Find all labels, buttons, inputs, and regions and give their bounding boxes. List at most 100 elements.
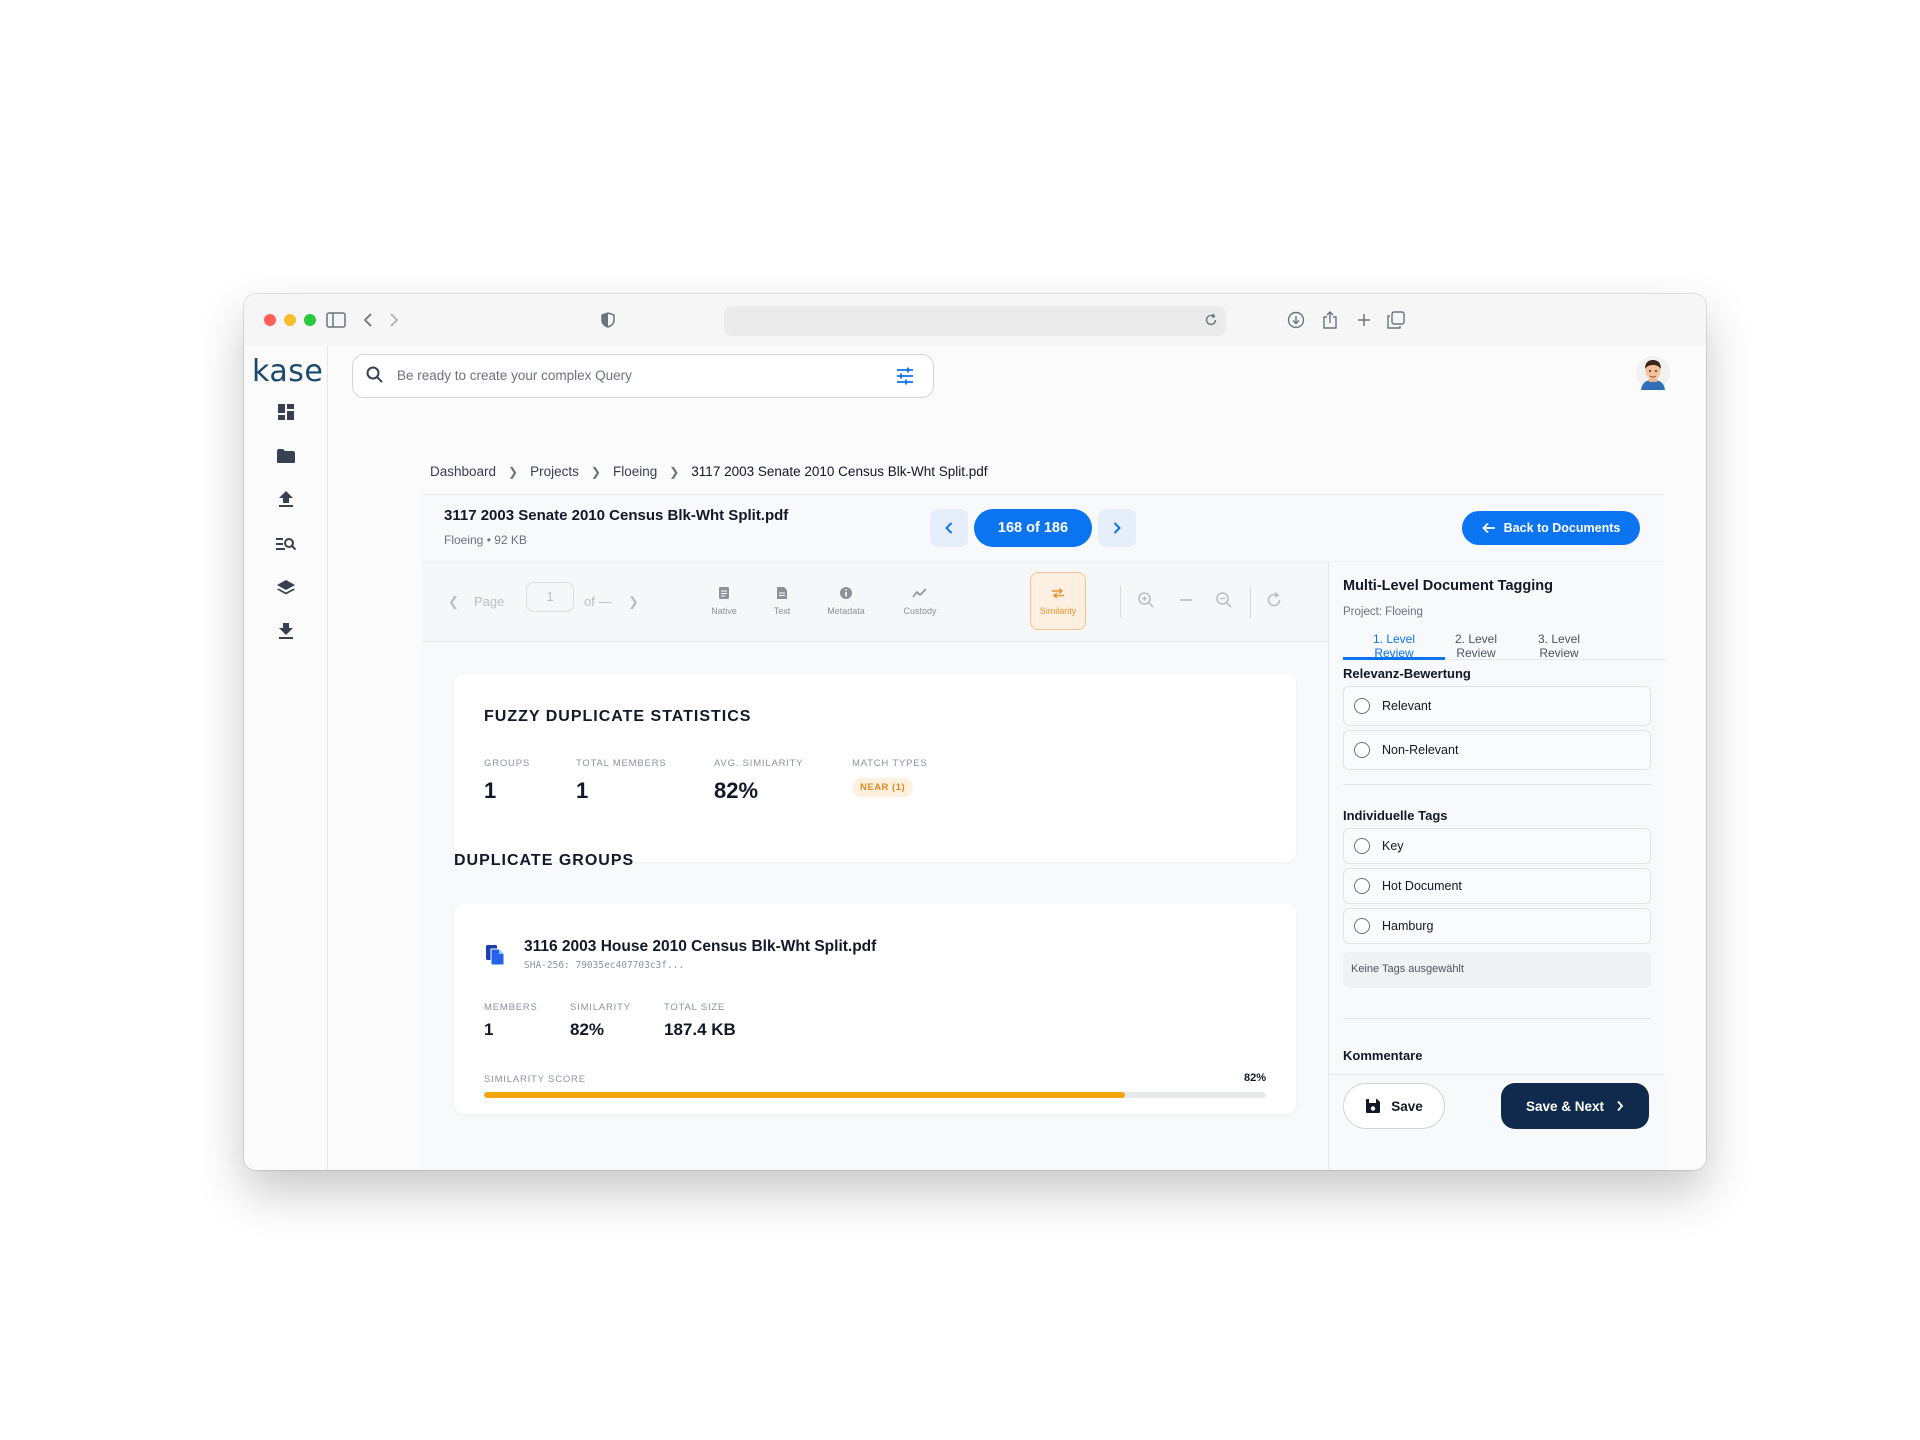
previous-document-button[interactable] bbox=[930, 509, 968, 547]
back-to-documents-button[interactable]: Back to Documents bbox=[1462, 511, 1640, 545]
rotate-icon[interactable] bbox=[1264, 590, 1284, 610]
tags-title: Individuelle Tags bbox=[1343, 808, 1448, 823]
comments-title: Kommentare bbox=[1343, 1048, 1423, 1063]
breadcrumb-current: 3117 2003 Senate 2010 Census Blk-Wht Spl… bbox=[691, 464, 988, 479]
review-level-tabs: 1. Level Review 2. Level Review 3. Level… bbox=[1343, 624, 1665, 660]
zoom-in-icon[interactable] bbox=[1136, 590, 1156, 610]
tool-text[interactable]: Text bbox=[754, 572, 810, 630]
avg-similarity-label: AVG. SIMILARITY bbox=[714, 758, 804, 769]
share-icon[interactable] bbox=[1318, 308, 1342, 332]
groups-label: GROUPS bbox=[484, 758, 530, 769]
save-label: Save bbox=[1391, 1098, 1423, 1114]
tool-similarity[interactable]: Similarity bbox=[1030, 572, 1086, 630]
browser-window: kase Be ready to create your complex Que… bbox=[244, 294, 1706, 1170]
similarity-score-label: SIMILARITY SCORE bbox=[484, 1074, 586, 1085]
tab-level-3[interactable]: 3. Level Review bbox=[1508, 632, 1610, 660]
app-sidebar: kase bbox=[244, 346, 328, 1170]
similarity-content: FUZZY DUPLICATE STATISTICS GROUPS 1 TOTA… bbox=[422, 642, 1328, 1170]
save-button[interactable]: Save bbox=[1343, 1083, 1445, 1129]
chevron-right-icon: ❯ bbox=[669, 464, 680, 479]
user-avatar[interactable] bbox=[1636, 356, 1670, 390]
duplicate-group-card[interactable]: 3116 2003 House 2010 Census Blk-Wht Spli… bbox=[454, 904, 1296, 1114]
radio-button[interactable] bbox=[1354, 742, 1370, 758]
arrow-left-icon bbox=[1481, 522, 1495, 534]
app-logo[interactable]: kase bbox=[252, 354, 323, 389]
toolbar-divider bbox=[1120, 586, 1121, 618]
tool-native[interactable]: Native bbox=[696, 572, 752, 630]
tool-metadata[interactable]: Metadata bbox=[818, 572, 874, 630]
info-icon bbox=[840, 587, 852, 599]
search-list-icon[interactable] bbox=[274, 532, 298, 556]
sidebar-toggle-icon[interactable] bbox=[324, 308, 348, 332]
tagging-title: Multi-Level Document Tagging bbox=[1343, 578, 1553, 594]
similarity-score-fill bbox=[484, 1092, 1126, 1098]
radio-button[interactable] bbox=[1354, 838, 1370, 854]
tool-metadata-label: Metadata bbox=[827, 606, 865, 616]
dashboard-icon[interactable] bbox=[274, 400, 298, 424]
radio-button[interactable] bbox=[1354, 878, 1370, 894]
save-next-label: Save & Next bbox=[1525, 1098, 1605, 1114]
tag-hamburg-label: Hamburg bbox=[1382, 919, 1434, 933]
close-window-button[interactable] bbox=[264, 314, 276, 326]
tag-hamburg[interactable]: Hamburg bbox=[1343, 908, 1651, 944]
radio-button[interactable] bbox=[1354, 698, 1370, 714]
zoom-out-icon[interactable] bbox=[1214, 590, 1234, 610]
tool-text-label: Text bbox=[773, 606, 791, 616]
zoom-window-button[interactable] bbox=[304, 314, 316, 326]
url-bar[interactable] bbox=[724, 306, 1226, 336]
page-input[interactable]: 1 bbox=[526, 582, 574, 612]
document-icon bbox=[719, 587, 729, 599]
breadcrumb-project[interactable]: Floeing bbox=[613, 464, 657, 479]
breadcrumb-projects[interactable]: Projects bbox=[530, 464, 579, 479]
download-circle-icon[interactable] bbox=[1284, 308, 1308, 332]
folder-icon[interactable] bbox=[274, 444, 298, 468]
match-types-label: MATCH TYPES bbox=[852, 758, 928, 769]
trend-icon bbox=[912, 588, 927, 598]
document-meta: Floeing • 92 KB bbox=[444, 533, 527, 547]
tagging-panel: Multi-Level Document Tagging Project: Fl… bbox=[1328, 562, 1665, 1170]
section-divider bbox=[1343, 1018, 1651, 1019]
option-relevant-label: Relevant bbox=[1382, 699, 1432, 713]
tag-hot-document[interactable]: Hot Document bbox=[1343, 868, 1651, 904]
group-similarity-value: 82% bbox=[570, 1020, 605, 1039]
group-file-name[interactable]: 3116 2003 House 2010 Census Blk-Wht Spli… bbox=[524, 938, 876, 956]
tab-level-3-line2: Review bbox=[1539, 646, 1579, 660]
breadcrumb-dashboard[interactable]: Dashboard bbox=[430, 464, 496, 479]
upload-icon[interactable] bbox=[274, 488, 298, 512]
save-and-next-button[interactable]: Save & Next bbox=[1501, 1083, 1649, 1129]
download-icon[interactable] bbox=[274, 620, 298, 644]
next-document-button[interactable] bbox=[1098, 509, 1136, 547]
radio-button[interactable] bbox=[1354, 918, 1370, 934]
forward-arrow-icon[interactable] bbox=[382, 308, 406, 332]
group-total-size-value: 187.4 KB bbox=[664, 1020, 736, 1039]
text-icon bbox=[777, 587, 787, 599]
search-input[interactable]: Be ready to create your complex Query bbox=[397, 368, 632, 383]
back-arrow-icon[interactable] bbox=[356, 308, 380, 332]
page-next-icon[interactable]: ❯ bbox=[628, 594, 639, 610]
chevron-right-icon bbox=[1617, 1100, 1624, 1112]
compare-icon bbox=[1052, 587, 1064, 599]
duplicate-groups-title: DUPLICATE GROUPS bbox=[454, 852, 635, 869]
option-relevant[interactable]: Relevant bbox=[1343, 686, 1651, 726]
shield-icon[interactable] bbox=[596, 308, 620, 332]
minimize-window-button[interactable] bbox=[284, 314, 296, 326]
filter-sliders-icon[interactable] bbox=[895, 366, 915, 391]
fuzzy-stats-title: FUZZY DUPLICATE STATISTICS bbox=[484, 708, 752, 725]
new-tab-icon[interactable] bbox=[1352, 308, 1376, 332]
reload-icon[interactable] bbox=[1204, 313, 1218, 332]
zoom-reset-icon[interactable] bbox=[1176, 590, 1196, 610]
option-non-relevant[interactable]: Non-Relevant bbox=[1343, 730, 1651, 770]
tab-overview-icon[interactable] bbox=[1384, 308, 1408, 332]
group-total-size-label: TOTAL SIZE bbox=[664, 1002, 726, 1013]
query-search-bar[interactable]: Be ready to create your complex Query bbox=[352, 354, 934, 398]
groups-value: 1 bbox=[484, 778, 497, 803]
browser-titlebar bbox=[244, 294, 1706, 346]
layers-icon[interactable] bbox=[274, 576, 298, 600]
chevron-right-icon: ❯ bbox=[508, 464, 519, 479]
page-prev-icon[interactable]: ❮ bbox=[448, 594, 459, 610]
option-non-relevant-label: Non-Relevant bbox=[1382, 743, 1459, 757]
floppy-disk-icon bbox=[1366, 1099, 1381, 1113]
tool-custody[interactable]: Custody bbox=[892, 572, 948, 630]
tag-key[interactable]: Key bbox=[1343, 828, 1651, 864]
group-members-value: 1 bbox=[484, 1020, 494, 1039]
